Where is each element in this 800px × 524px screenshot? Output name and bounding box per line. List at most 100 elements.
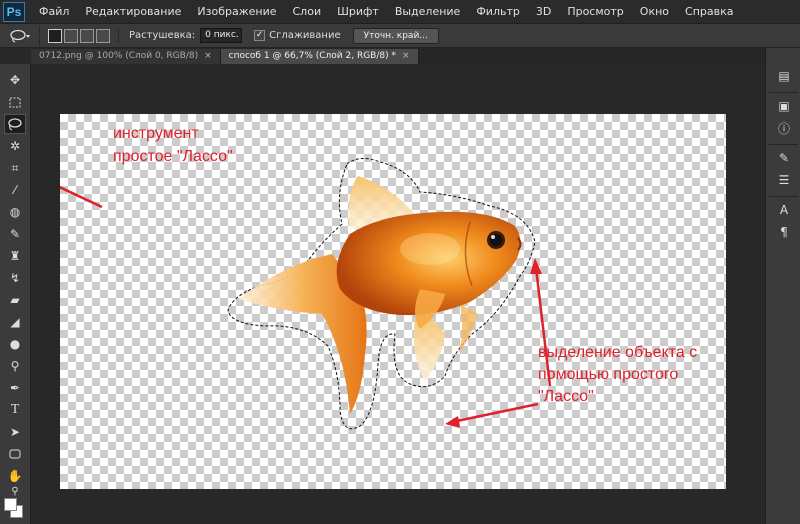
panel-divider — [769, 144, 798, 145]
move-tool[interactable]: ✥ — [4, 70, 26, 90]
pen-tool[interactable]: ✒ — [4, 378, 26, 398]
tool-preset-picker[interactable] — [0, 25, 40, 46]
eyedropper-tool[interactable]: ⁄ — [4, 180, 26, 200]
refine-edge-button[interactable]: Уточн. край... — [352, 27, 439, 44]
tab-0712[interactable]: 0712.png @ 100% (Слой 0, RGB/8) × — [31, 49, 221, 64]
feather-label: Растушевка: — [129, 30, 196, 41]
tab-label: способ 1 @ 66,7% (Слой 2, RGB/8) * — [228, 51, 396, 61]
antialias-checkbox[interactable]: ✓ — [254, 30, 266, 41]
blur-icon: ● — [9, 337, 21, 351]
brush-icon: ✎ — [9, 227, 21, 241]
close-icon[interactable]: × — [402, 51, 410, 61]
panel-history[interactable]: ▤ — [773, 66, 795, 86]
menu-edit[interactable]: Редактирование — [77, 0, 189, 24]
document-canvas[interactable]: инструмент простое "Лассо" выделение объ… — [60, 114, 726, 489]
path-selection-tool[interactable]: ➤ — [4, 422, 26, 442]
sliders-icon: ☰ — [778, 173, 790, 187]
menu-file[interactable]: Файл — [31, 0, 77, 24]
eyedropper-icon: ⁄ — [13, 183, 16, 197]
annotation-selection-line3: "Лассо" — [538, 388, 594, 405]
path-selection-icon: ➤ — [9, 425, 21, 439]
shape-icon — [9, 449, 21, 459]
options-bar: Растушевка: 0 пикс. ✓ Сглаживание Уточн.… — [0, 24, 800, 48]
annotation-tool-line1: инструмент — [113, 125, 199, 142]
hand-icon: ✋ — [7, 469, 23, 483]
feather-input[interactable]: 0 пикс. — [200, 28, 243, 43]
menu-view[interactable]: Просмотр — [559, 0, 631, 24]
intersect-selection-button[interactable] — [96, 28, 110, 43]
magic-wand-icon: ✲ — [9, 139, 21, 153]
panel-adjustments[interactable]: ☰ — [773, 170, 795, 190]
marquee-icon — [9, 97, 21, 107]
menu-help[interactable]: Справка — [677, 0, 741, 24]
goldfish-image — [60, 158, 552, 430]
annotation-selection-line1: выделение объекта с — [538, 344, 698, 361]
photoshop-logo: Ps — [3, 1, 25, 22]
subtract-from-selection-button[interactable] — [80, 28, 94, 43]
document-workspace: инструмент простое "Лассо" выделение объ… — [31, 64, 765, 524]
marquee-tool[interactable] — [4, 92, 26, 112]
crop-icon: ⌗ — [11, 160, 19, 175]
dodge-icon: ⚲ — [10, 359, 20, 373]
lasso-icon — [9, 29, 30, 43]
paint-bucket-tool[interactable]: ◢ — [4, 312, 26, 332]
tab-sposob-1[interactable]: способ 1 @ 66,7% (Слой 2, RGB/8) * × — [220, 49, 419, 64]
shape-tool[interactable] — [4, 444, 26, 464]
panel-divider — [769, 92, 798, 93]
tools-panel: ✥ ✲ ⌗ ⁄ ◍ ✎ ♜ ↯ ▰ ◢ ● ⚲ ✒ T ➤ ✋ ⚲ — [0, 64, 31, 524]
document-tabs: 0712.png @ 100% (Слой 0, RGB/8) × способ … — [31, 48, 765, 64]
pen-icon: ✒ — [9, 381, 21, 395]
magic-wand-tool[interactable]: ✲ — [4, 136, 26, 156]
tab-label: 0712.png @ 100% (Слой 0, RGB/8) — [39, 51, 199, 61]
lasso-tool[interactable] — [4, 114, 26, 134]
panel-paragraph[interactable]: ¶ — [773, 222, 795, 242]
panel-character[interactable]: A — [773, 200, 795, 220]
info-icon: ⓘ — [777, 121, 790, 136]
annotation-tool-line2: простое "Лассо" — [113, 148, 233, 165]
brush-tool[interactable]: ✎ — [4, 224, 26, 244]
menu-filter[interactable]: Фильтр — [468, 0, 528, 24]
blur-tool[interactable]: ● — [4, 334, 26, 354]
collapsed-panels: ▤ ▣ ⓘ ✎ ☰ A ¶ — [765, 48, 800, 524]
new-selection-button[interactable] — [48, 28, 62, 43]
type-icon: T — [10, 402, 20, 417]
menu-layers[interactable]: Слои — [285, 0, 330, 24]
eraser-icon: ▰ — [10, 293, 20, 307]
antialias-label: Сглаживание — [269, 30, 341, 41]
menu-image[interactable]: Изображение — [189, 0, 284, 24]
menu-select[interactable]: Выделение — [387, 0, 469, 24]
add-to-selection-button[interactable] — [64, 28, 78, 43]
paragraph-icon: ¶ — [780, 225, 788, 239]
crop-tool[interactable]: ⌗ — [4, 158, 26, 178]
properties-icon: ▣ — [778, 99, 790, 113]
character-icon: A — [779, 203, 789, 217]
panel-brushes[interactable]: ✎ — [773, 148, 795, 168]
healing-brush-icon: ◍ — [9, 205, 21, 219]
annotation-selection-line2: помощью простого — [538, 366, 679, 383]
panel-properties[interactable]: ▣ — [773, 96, 795, 116]
clone-stamp-tool[interactable]: ♜ — [4, 246, 26, 266]
close-icon[interactable]: × — [204, 51, 212, 61]
healing-brush-tool[interactable]: ◍ — [4, 202, 26, 222]
panel-divider — [769, 196, 798, 197]
lasso-icon — [8, 118, 22, 131]
zoom-icon: ⚲ — [11, 485, 19, 497]
clone-stamp-icon: ♜ — [9, 249, 21, 263]
eraser-tool[interactable]: ▰ — [4, 290, 26, 310]
selection-mode-group — [48, 28, 119, 43]
panel-info[interactable]: ⓘ — [773, 118, 795, 138]
menu-bar: Ps Файл Редактирование Изображение Слои … — [0, 0, 800, 24]
history-icon: ▤ — [778, 69, 790, 83]
brush-icon: ✎ — [778, 151, 790, 165]
history-brush-icon: ↯ — [9, 271, 21, 285]
type-tool[interactable]: T — [4, 400, 26, 420]
foreground-color-swatch[interactable] — [4, 498, 17, 511]
history-brush-tool[interactable]: ↯ — [4, 268, 26, 288]
menu-3d[interactable]: 3D — [528, 0, 559, 24]
zoom-tool[interactable]: ⚲ — [4, 485, 26, 497]
hand-tool[interactable]: ✋ — [4, 466, 26, 486]
menu-window[interactable]: Окно — [632, 0, 677, 24]
paint-bucket-icon: ◢ — [10, 315, 20, 329]
menu-type[interactable]: Шрифт — [329, 0, 387, 24]
dodge-tool[interactable]: ⚲ — [4, 356, 26, 376]
